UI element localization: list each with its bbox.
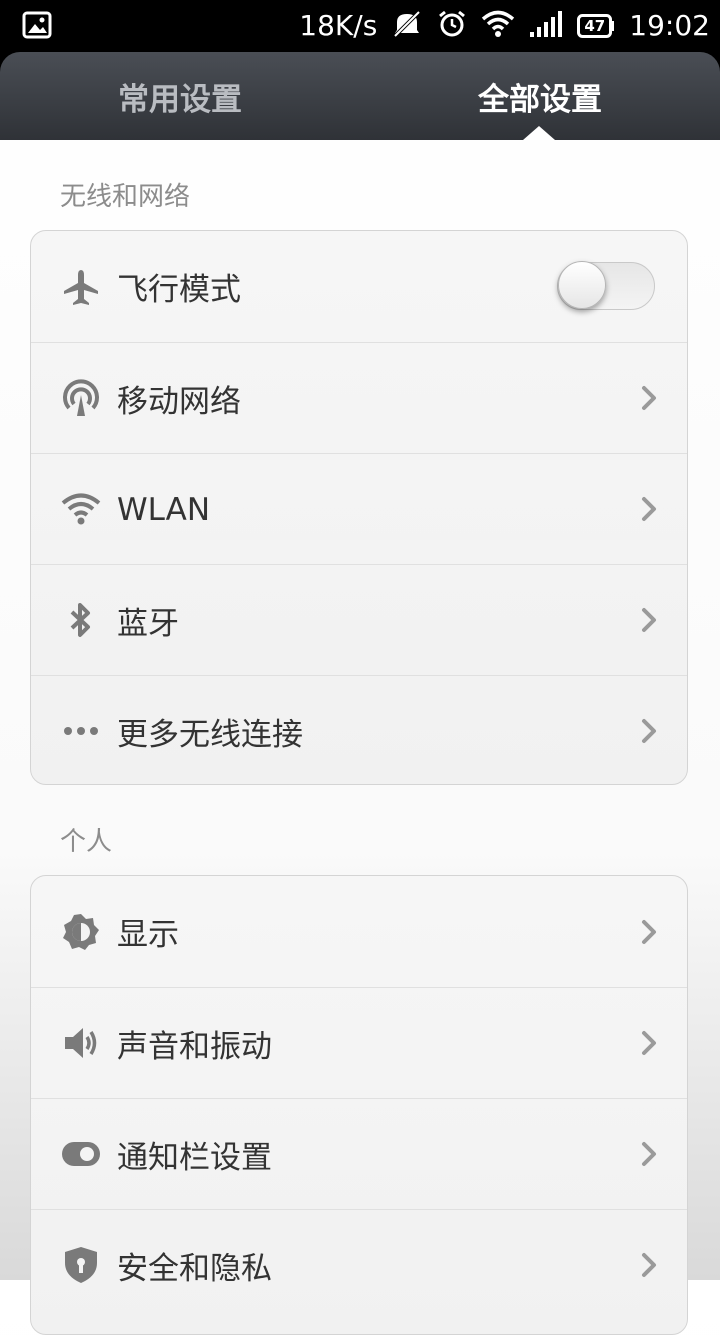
airplane-mode-toggle[interactable] (557, 260, 655, 310)
mobile-network-icon (61, 378, 101, 418)
notification-toggle-icon (61, 1134, 101, 1174)
status-bar: 18K/s 47 19:02 (0, 0, 720, 52)
wireless-network-card: 飞行模式 移动网络 WLAN 蓝牙 更多无线连接 (30, 230, 688, 785)
section-title-personal: 个人 (60, 827, 113, 857)
chevron-right-icon (642, 719, 656, 743)
battery-icon: 47 (577, 14, 615, 38)
settings-row-label: 声音和振动 (117, 1029, 272, 1065)
display-brightness-icon (61, 912, 101, 952)
settings-row-label: 飞行模式 (117, 272, 241, 308)
toggle-knob (558, 260, 606, 309)
settings-row-wlan[interactable]: WLAN (31, 453, 687, 564)
wifi-icon (61, 489, 101, 529)
settings-row-label: WLAN (117, 491, 211, 528)
settings-row-notification-bar[interactable]: 通知栏设置 (31, 1098, 687, 1209)
signal-strength-icon (529, 10, 563, 42)
shield-icon (61, 1245, 101, 1285)
alarm-icon (437, 9, 467, 43)
chevron-right-icon (642, 497, 656, 521)
active-tab-indicator (523, 126, 555, 140)
settings-row-label: 安全和隐私 (117, 1251, 272, 1287)
chevron-right-icon (642, 608, 656, 632)
settings-row-mobile-network[interactable]: 移动网络 (31, 342, 687, 453)
clock: 19:02 (629, 9, 710, 42)
sound-icon (61, 1023, 101, 1063)
more-dots-icon (61, 711, 101, 751)
chevron-right-icon (642, 919, 656, 944)
settings-row-label: 显示 (117, 917, 179, 953)
settings-row-security-privacy[interactable]: 安全和隐私 (31, 1209, 687, 1320)
chevron-right-icon (642, 1031, 656, 1055)
settings-row-label: 移动网络 (117, 384, 241, 420)
settings-row-sound-vibration[interactable]: 声音和振动 (31, 987, 687, 1098)
settings-row-airplane-mode[interactable]: 飞行模式 (31, 231, 687, 342)
settings-row-label: 通知栏设置 (117, 1140, 272, 1176)
section-title-wireless: 无线和网络 (60, 182, 191, 212)
tab-bar: 常用设置 全部设置 (0, 52, 720, 140)
settings-row-label: 更多无线连接 (117, 717, 303, 753)
airplane-icon (61, 267, 101, 307)
mute-icon (391, 8, 423, 44)
wifi-status-icon (481, 10, 515, 42)
tab-common-settings[interactable]: 常用设置 (0, 52, 360, 140)
bluetooth-icon (61, 600, 101, 640)
gallery-notification-icon (22, 10, 52, 44)
chevron-right-icon (642, 1253, 656, 1277)
settings-row-label: 蓝牙 (117, 606, 179, 642)
settings-row-more-wireless[interactable]: 更多无线连接 (31, 675, 687, 784)
settings-row-bluetooth[interactable]: 蓝牙 (31, 564, 687, 675)
network-speed: 18K/s (299, 9, 378, 42)
chevron-right-icon (642, 386, 656, 410)
battery-level: 47 (584, 17, 606, 35)
chevron-right-icon (642, 1142, 656, 1166)
settings-row-display[interactable]: 显示 (31, 876, 687, 987)
personal-card: 显示 声音和振动 通知栏设置 安全和隐私 (30, 875, 688, 1335)
